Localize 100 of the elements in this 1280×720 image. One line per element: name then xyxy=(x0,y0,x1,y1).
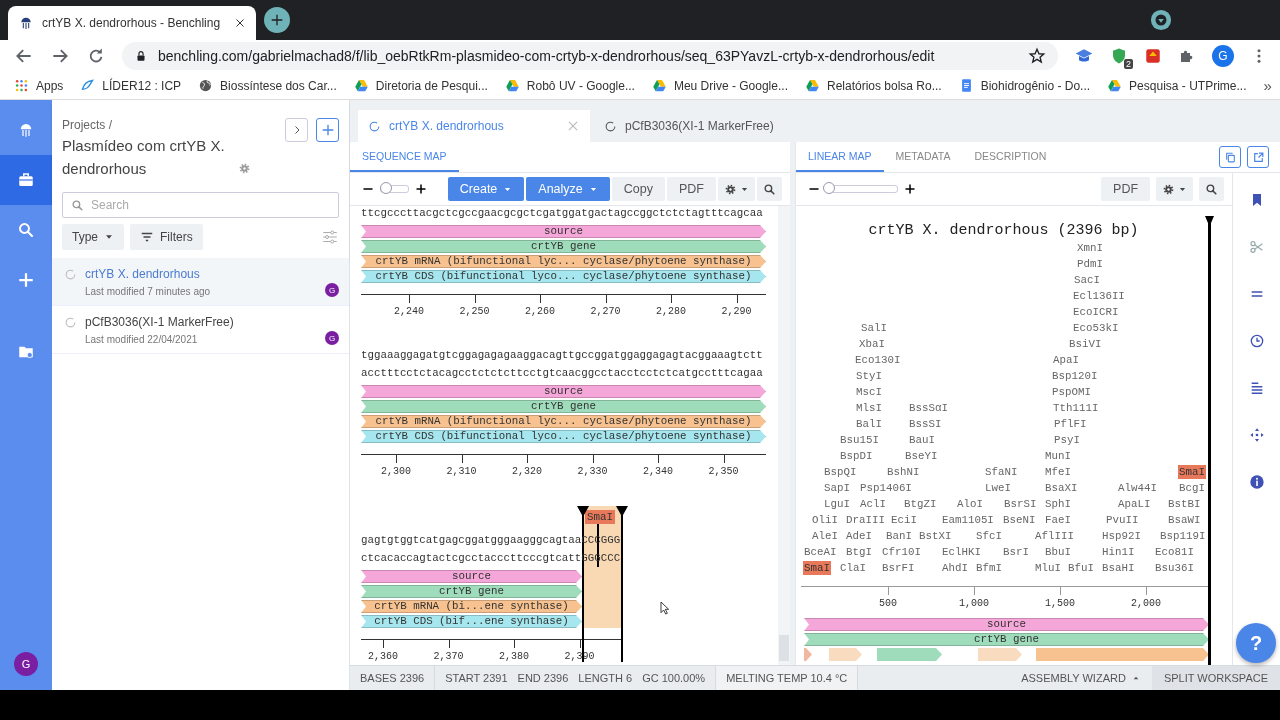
enzyme-label[interactable]: BtgZI xyxy=(903,498,938,510)
zoom-slider[interactable] xyxy=(380,185,410,193)
open-external-button[interactable] xyxy=(1247,146,1269,168)
panel-tab[interactable]: LINEAR MAP xyxy=(796,142,884,172)
enzyme-label[interactable]: LguI xyxy=(823,498,851,510)
address-bar[interactable]: benchling.com/gabrielmachad8/f/lib_oebRtkRm-plasmideo-com-crtyb-x-dendrorhous/seq_63PYavzL-crtyb-x-dendrorhous/edit xyxy=(122,42,1058,70)
copy-button[interactable] xyxy=(1219,146,1241,168)
search-button[interactable] xyxy=(757,177,782,201)
enzyme-label[interactable]: BstXI xyxy=(918,530,953,542)
enzyme-label[interactable]: BshNI xyxy=(886,466,921,478)
enzyme-label[interactable]: SapI xyxy=(823,482,851,494)
enzyme-label[interactable]: BsaHI xyxy=(1101,562,1136,574)
enzyme-label[interactable]: Bsp120I xyxy=(1051,370,1099,382)
file-list-item[interactable]: crtYB X. dendrorhous Last modified 7 minutes ago G xyxy=(52,258,349,306)
extension-icon[interactable] xyxy=(1144,47,1162,65)
enzyme-label[interactable]: Bsp119I xyxy=(1159,530,1207,542)
enzyme-label[interactable]: BbuI xyxy=(1044,546,1072,558)
assembly-wizard-button[interactable]: ASSEMBLY WIZARD xyxy=(1009,666,1152,690)
toolbar-button[interactable]: PDF xyxy=(667,177,716,201)
bookmark-link[interactable]: Diretoria de Pesqui... xyxy=(353,78,488,93)
enzyme-label[interactable]: AloI xyxy=(956,498,984,510)
enzyme-label[interactable]: BseYI xyxy=(904,450,939,462)
enzyme-label[interactable]: ApaLI xyxy=(1117,498,1152,510)
settings-icon[interactable] xyxy=(238,162,251,175)
search-button[interactable] xyxy=(1199,177,1225,201)
slider-thumb[interactable] xyxy=(823,182,836,194)
browser-tab[interactable]: crtYB X. dendrorhous - Benchling xyxy=(8,6,256,40)
enzyme-label[interactable]: BspDI xyxy=(839,450,874,462)
panel-tab[interactable]: METADATA xyxy=(883,142,963,172)
enzyme-label[interactable]: PspOMI xyxy=(1051,386,1092,398)
type-dropdown[interactable]: Type xyxy=(62,224,124,250)
enzyme-label[interactable]: BstBI xyxy=(1167,498,1202,510)
enzyme-label[interactable]: AclI xyxy=(859,498,887,510)
bookmark-link[interactable]: Robô UV - Google... xyxy=(504,78,635,93)
scroll-thumb[interactable] xyxy=(779,635,789,661)
info-icon[interactable] xyxy=(1249,473,1266,490)
enzyme-label[interactable]: FaeI xyxy=(1044,514,1072,526)
add-button[interactable] xyxy=(316,118,339,142)
document-tab[interactable]: crtYB X. dendrorhous xyxy=(358,110,590,142)
search-field[interactable]: Search xyxy=(62,192,339,218)
enzyme-label[interactable]: MluI xyxy=(1034,562,1062,574)
enzyme-label[interactable]: SfcI xyxy=(975,530,1003,542)
enzyme-label[interactable]: Psp1406I xyxy=(859,482,913,494)
settings-button[interactable] xyxy=(1156,177,1194,201)
zoom-in-icon[interactable] xyxy=(415,183,428,195)
enzyme-label[interactable]: AhdI xyxy=(941,562,969,574)
enzyme-label[interactable]: BfuI xyxy=(1067,562,1095,574)
filters-button[interactable]: Filters xyxy=(130,224,203,250)
breadcrumb-link[interactable]: Projects / xyxy=(62,118,277,132)
enzyme-label[interactable]: SacI xyxy=(1073,274,1101,286)
bookmark-link[interactable]: LÍDER12 : ICP xyxy=(80,78,182,93)
toolbar-button[interactable]: Copy xyxy=(611,177,665,201)
enzyme-label[interactable]: EciI xyxy=(890,514,918,526)
bookmark-link[interactable]: Apps xyxy=(14,78,64,93)
enzyme-label[interactable]: ApaI xyxy=(1052,354,1080,366)
enzyme-label[interactable]: OliI xyxy=(811,514,839,526)
enzyme-label[interactable]: BssSI xyxy=(908,418,943,430)
enzyme-label[interactable]: MlsI xyxy=(855,402,883,414)
enzyme-label[interactable]: DraIII xyxy=(845,514,886,526)
enzyme-label[interactable]: Ecl136II xyxy=(1072,290,1126,302)
panel-tab[interactable]: SEQUENCE MAP xyxy=(350,142,459,172)
enzyme-label[interactable]: Eco53kI xyxy=(1072,322,1120,334)
enzyme-label[interactable]: Bsu15I xyxy=(839,434,880,446)
enzyme-label[interactable]: MscI xyxy=(855,386,883,398)
enzyme-label[interactable]: Tth111I xyxy=(1052,402,1100,414)
zoom-in-icon[interactable] xyxy=(904,183,916,195)
enzyme-label[interactable]: BfmI xyxy=(975,562,1003,574)
enzyme-label[interactable]: BsrI xyxy=(1002,546,1030,558)
enzyme-label[interactable]: EcoICRI xyxy=(1072,306,1120,318)
enzyme-label[interactable]: BsaWI xyxy=(1167,514,1202,526)
enzyme-label[interactable]: AdeI xyxy=(845,530,873,542)
zoom-slider[interactable] xyxy=(826,185,898,193)
more-bookmarks-button[interactable]: » xyxy=(1263,77,1272,94)
slider-thumb[interactable] xyxy=(380,182,393,194)
enzyme-label[interactable]: BceAI xyxy=(803,546,838,558)
pdf-button[interactable]: PDF xyxy=(1101,177,1151,201)
enzyme-label[interactable]: BspQI xyxy=(823,466,858,478)
enzyme-label[interactable]: Eam1105I xyxy=(941,514,995,526)
enzyme-label[interactable]: BsaXI xyxy=(1044,482,1079,494)
dropdown-button[interactable]: Analyze xyxy=(526,177,610,201)
help-button[interactable]: ? xyxy=(1236,623,1276,663)
settings-button[interactable] xyxy=(718,177,755,201)
sliders-icon[interactable] xyxy=(321,228,339,246)
enzyme-label[interactable]: BssSαI xyxy=(908,402,949,414)
enzyme-label[interactable]: BseNI xyxy=(1002,514,1037,526)
enzyme-label[interactable]: Bsu36I xyxy=(1154,562,1195,574)
enzyme-label[interactable]: PvuII xyxy=(1105,514,1140,526)
split-workspace-button[interactable]: SPLIT WORKSPACE xyxy=(1151,666,1280,690)
new-tab-button[interactable] xyxy=(264,7,290,33)
close-icon[interactable] xyxy=(234,17,246,29)
enzyme-label[interactable]: BanI xyxy=(885,530,913,542)
bookmark-link[interactable]: Pesquisa - UTPrime... xyxy=(1107,78,1247,93)
enzyme-label[interactable]: SmaI xyxy=(803,561,831,575)
user-avatar[interactable]: G xyxy=(14,652,38,676)
enzyme-label[interactable]: MfeI xyxy=(1044,466,1072,478)
bookmark-link[interactable]: Relatórios bolsa Ro... xyxy=(804,78,942,93)
enzyme-label[interactable]: ClaI xyxy=(839,562,867,574)
enzyme-label[interactable]: SfaNI xyxy=(984,466,1019,478)
enzyme-label[interactable]: Hin1I xyxy=(1101,546,1136,558)
enzyme-label[interactable]: PflFI xyxy=(1053,418,1088,430)
